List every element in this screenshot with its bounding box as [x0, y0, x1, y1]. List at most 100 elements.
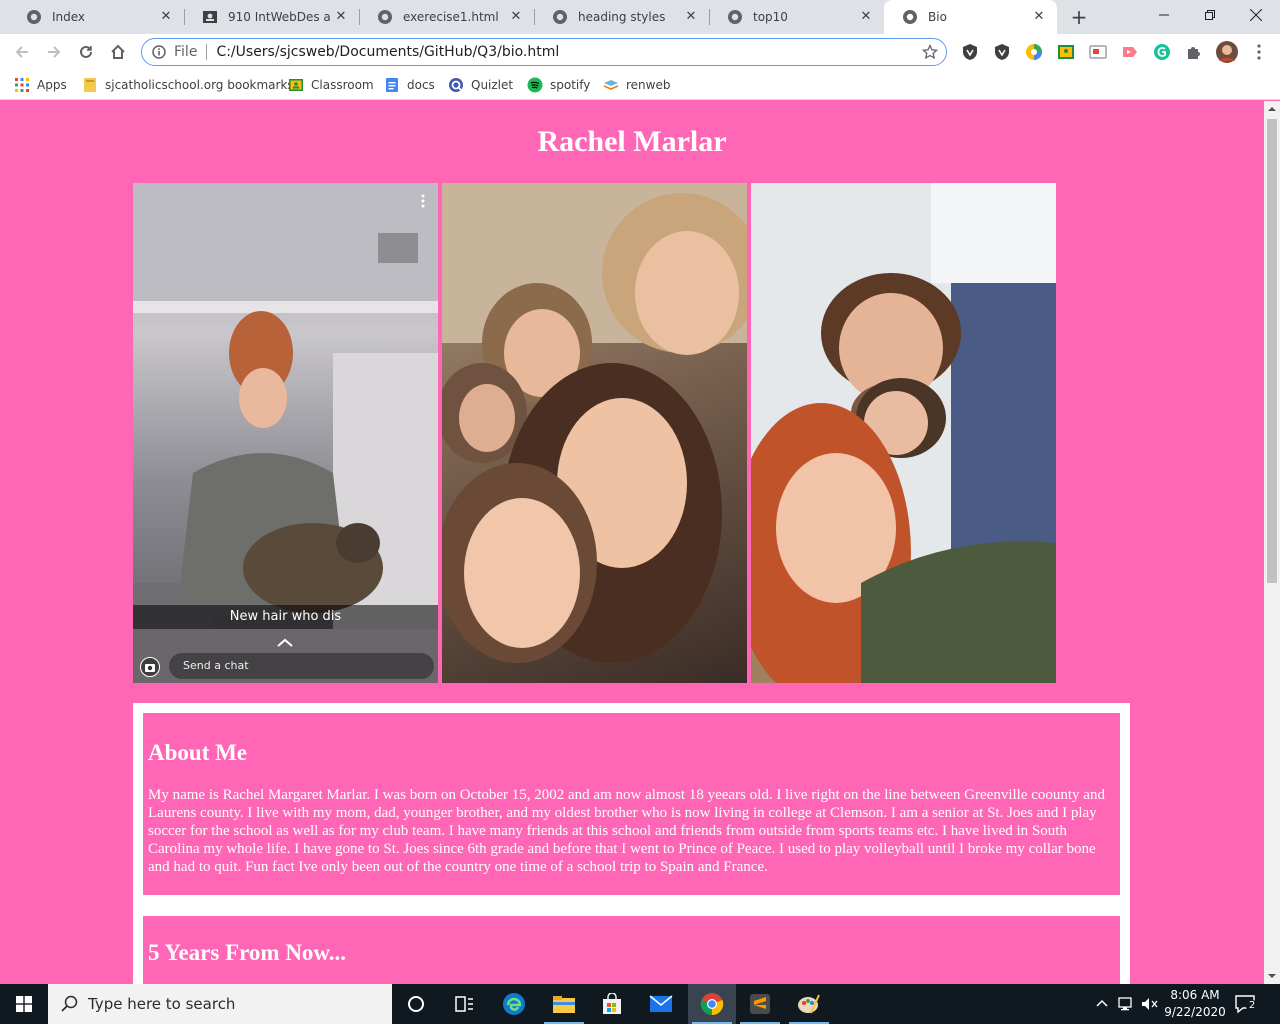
- taskbar-sublime[interactable]: [736, 984, 784, 1024]
- scroll-up-arrow-icon[interactable]: [1264, 101, 1280, 117]
- about-me-section: About Me My name is Rachel Margaret Marl…: [143, 713, 1120, 895]
- bookmark-label: spotify: [550, 78, 591, 92]
- taskbar-chrome[interactable]: [688, 984, 736, 1024]
- sublime-text-icon: [750, 994, 770, 1014]
- info-icon[interactable]: [152, 45, 166, 59]
- tab-910-intwebdes[interactable]: 910 IntWebDes a ✕: [184, 0, 359, 34]
- tab-heading-styles[interactable]: heading styles ✕: [534, 0, 709, 34]
- address-bar[interactable]: File C:/Users/sjcsweb/Documents/GitHub/Q…: [141, 38, 947, 66]
- grammarly-icon[interactable]: [1153, 43, 1171, 61]
- bookmark-docs[interactable]: docs: [384, 76, 435, 94]
- tab-top10[interactable]: top10 ✕: [709, 0, 884, 34]
- close-icon[interactable]: ✕: [683, 9, 699, 25]
- arrow-right-icon: [48, 46, 61, 58]
- profile-avatar[interactable]: [1216, 41, 1238, 63]
- photo-group-selfie: [751, 183, 1056, 683]
- globe-icon: [903, 10, 917, 24]
- classroom-extension-icon[interactable]: [1057, 43, 1075, 61]
- kebab-menu-icon: [421, 194, 425, 208]
- folder-icon: [84, 78, 96, 92]
- camera-icon: [140, 657, 160, 677]
- new-tab-button[interactable]: +: [1067, 5, 1091, 29]
- globe-icon: [728, 10, 742, 24]
- close-icon[interactable]: ✕: [508, 9, 524, 25]
- page-title: Rachel Marlar: [537, 125, 727, 158]
- bookmark-label: docs: [407, 78, 435, 92]
- tab-title: 910 IntWebDes a: [228, 10, 331, 24]
- forward-button[interactable]: [42, 40, 66, 64]
- close-icon[interactable]: ✕: [1031, 9, 1047, 25]
- vertical-scrollbar[interactable]: [1264, 101, 1280, 984]
- taskbar-paint[interactable]: [785, 984, 833, 1024]
- classroom-icon: [203, 11, 217, 23]
- globe-icon: [27, 10, 41, 24]
- photo-illustration: [751, 183, 1056, 683]
- puzzle-extensions-icon[interactable]: [1185, 43, 1203, 61]
- restore-icon: [1205, 10, 1215, 20]
- star-icon[interactable]: [922, 44, 938, 60]
- tab-title: exerecise1.html: [403, 10, 499, 24]
- chevron-up-icon: [277, 638, 293, 647]
- shield-extension-icon[interactable]: [961, 43, 979, 61]
- restore-button[interactable]: [1187, 0, 1233, 30]
- globe-icon: [553, 10, 567, 24]
- task-view-button[interactable]: [440, 984, 488, 1024]
- reload-button[interactable]: [74, 40, 98, 64]
- cast-extension-icon[interactable]: [1089, 43, 1107, 61]
- scrollbar-thumb[interactable]: [1267, 119, 1277, 583]
- about-me-paragraph: My name is Rachel Margaret Marlar. I was…: [148, 787, 1105, 875]
- omnibox-divider: [206, 44, 208, 60]
- five-years-section: 5 Years From Now...: [143, 916, 1120, 984]
- bookmark-sjcatholicschool[interactable]: sjcatholicschool.org bookmarks: [82, 76, 294, 94]
- bookmark-classroom[interactable]: Classroom: [288, 76, 374, 94]
- tab-index[interactable]: Index ✕: [8, 0, 184, 34]
- taskbar-store[interactable]: [588, 984, 636, 1024]
- notification-badge: 2: [1246, 1000, 1258, 1012]
- close-icon[interactable]: ✕: [858, 9, 874, 25]
- spotify-icon: [527, 77, 543, 93]
- bookmark-apps[interactable]: Apps: [14, 76, 67, 94]
- photo-girl-with-cat: New hair who dis Send a chat: [133, 183, 438, 683]
- cortana-circle-icon: [408, 996, 424, 1012]
- web-page: Rachel Marlar New hair who dis Send a ch…: [0, 101, 1264, 984]
- send-chat-text: Send a chat: [169, 653, 434, 679]
- clock-date: 9/22/2020: [1164, 1005, 1226, 1019]
- folder-icon: [553, 996, 575, 1013]
- back-button[interactable]: [10, 40, 34, 64]
- scheme-label: File: [174, 44, 198, 60]
- cortana-button[interactable]: [392, 984, 440, 1024]
- bookmark-spotify[interactable]: spotify: [527, 76, 590, 94]
- home-button[interactable]: [106, 40, 130, 64]
- tab-exerecise1[interactable]: exerecise1.html ✕: [359, 0, 534, 34]
- close-window-button[interactable]: [1233, 0, 1279, 30]
- volume-muted-icon[interactable]: [1141, 996, 1159, 1012]
- taskbar-mail[interactable]: [637, 984, 685, 1024]
- kebab-menu-icon[interactable]: [1250, 43, 1268, 61]
- browser-tab-strip: Index ✕ 910 IntWebDes a ✕ exerecise1.htm…: [0, 0, 1280, 34]
- bookmark-quizlet[interactable]: Quizlet: [448, 76, 513, 94]
- notification-center-button[interactable]: 2: [1233, 993, 1259, 1015]
- content-card: About Me My name is Rachel Margaret Marl…: [133, 703, 1130, 984]
- photo-caption: New hair who dis: [133, 605, 438, 629]
- taskbar-file-explorer[interactable]: [540, 984, 588, 1024]
- screencast-extension-icon[interactable]: [1121, 43, 1139, 61]
- close-icon[interactable]: ✕: [158, 9, 174, 25]
- close-icon[interactable]: ✕: [333, 9, 349, 25]
- color-wheel-extension-icon[interactable]: [1025, 43, 1043, 61]
- chevron-up-icon[interactable]: [1096, 998, 1108, 1008]
- url-text[interactable]: C:/Users/sjcsweb/Documents/GitHub/Q3/bio…: [216, 44, 559, 60]
- shield-extension-icon[interactable]: [993, 43, 1011, 61]
- start-button[interactable]: [0, 984, 48, 1024]
- taskbar-edge[interactable]: [490, 984, 538, 1024]
- network-icon[interactable]: [1118, 996, 1136, 1012]
- taskbar-search-box[interactable]: Type here to search: [48, 984, 392, 1024]
- taskbar-clock[interactable]: 8:06 AM 9/22/2020: [1160, 987, 1230, 1021]
- bookmark-label: sjcatholicschool.org bookmarks: [105, 78, 294, 92]
- store-bag-icon: [603, 993, 621, 1014]
- bookmark-renweb[interactable]: renweb: [603, 76, 670, 94]
- minimize-button[interactable]: [1141, 0, 1187, 30]
- browser-toolbar: File C:/Users/sjcsweb/Documents/GitHub/Q…: [0, 34, 1280, 70]
- scroll-down-arrow-icon[interactable]: [1264, 968, 1280, 984]
- tab-bio[interactable]: Bio ✕: [884, 0, 1057, 34]
- arrow-left-icon: [15, 46, 28, 58]
